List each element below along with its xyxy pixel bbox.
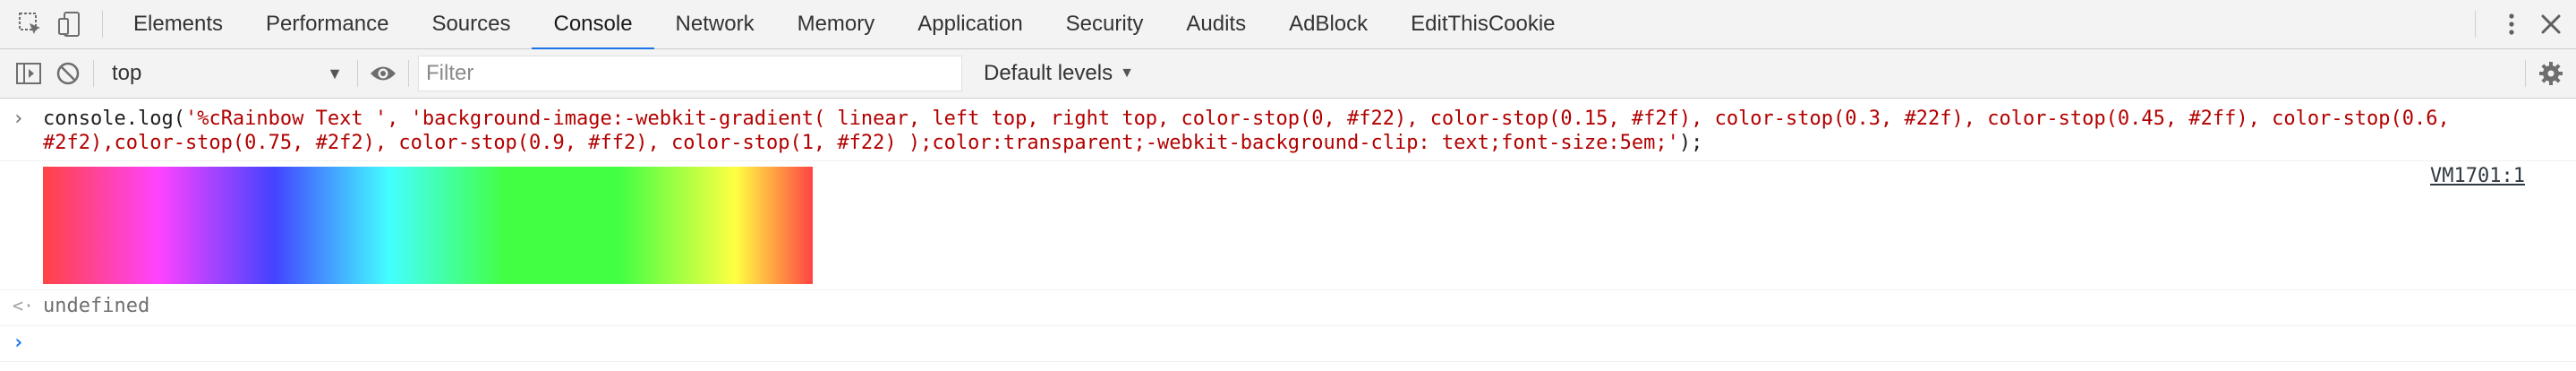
tab-application[interactable]: Application	[896, 0, 1044, 49]
panel-tabs: Elements Performance Sources Console Net…	[112, 0, 1577, 50]
console-call-arguments: '%cRainbow Text ', 'background-image:-we…	[43, 108, 2450, 154]
tabbar-actions	[2475, 0, 2576, 49]
console-call: console.log(	[43, 108, 185, 130]
console-messages: › console.log('%cRainbow Text ', 'backgr…	[0, 99, 2576, 371]
toolbar-divider	[2525, 60, 2526, 87]
dropdown-arrow-icon: ▼	[327, 64, 343, 82]
toolbar-right-actions	[2525, 49, 2576, 99]
clear-console-icon[interactable]	[48, 54, 88, 93]
log-levels-dropdown[interactable]: Default levels ▼	[984, 61, 1134, 86]
filter-input[interactable]	[418, 56, 962, 91]
console-toolbar: top ▼ Default levels ▼	[0, 49, 2576, 99]
tab-audits[interactable]: Audits	[1164, 0, 1267, 49]
devtools-tabbar: Elements Performance Sources Console Net…	[0, 0, 2576, 50]
console-log-output: VM1701:1	[0, 161, 2576, 290]
eye-icon[interactable]	[363, 54, 403, 93]
device-toolbar-icon[interactable]	[50, 4, 90, 44]
tab-elements[interactable]: Elements	[112, 0, 244, 49]
inspect-element-icon[interactable]	[11, 4, 50, 44]
tab-console[interactable]: Console	[532, 0, 654, 50]
toolbar-divider	[357, 60, 358, 87]
close-icon[interactable]	[2531, 4, 2571, 44]
input-chevron-icon: ›	[13, 108, 25, 130]
toolbar-divider	[93, 60, 94, 87]
console-call-close: );	[1678, 132, 1703, 154]
tab-performance[interactable]: Performance	[244, 0, 410, 49]
gear-icon[interactable]	[2531, 54, 2571, 93]
tab-sources[interactable]: Sources	[410, 0, 532, 49]
tab-memory[interactable]: Memory	[776, 0, 897, 49]
tab-security[interactable]: Security	[1045, 0, 1165, 49]
result-value: undefined	[43, 295, 150, 317]
tab-adblock[interactable]: AdBlock	[1267, 0, 1389, 49]
log-levels-label: Default levels	[984, 61, 1113, 85]
context-selector[interactable]: top ▼	[107, 57, 348, 90]
rainbow-text-output	[43, 167, 813, 284]
console-prompt[interactable]: ›	[0, 326, 2576, 362]
toolbar-divider	[102, 11, 103, 38]
result-arrow-icon: <·	[13, 295, 35, 316]
source-link[interactable]: VM1701:1	[2430, 165, 2525, 187]
console-input-message: › console.log('%cRainbow Text ', 'backgr…	[0, 99, 2576, 161]
dropdown-arrow-icon: ▼	[1120, 65, 1134, 81]
context-selector-value: top	[112, 61, 142, 85]
tab-editthiscookie[interactable]: EditThisCookie	[1389, 0, 1576, 49]
tab-network[interactable]: Network	[654, 0, 776, 49]
prompt-chevron-icon: ›	[13, 332, 25, 354]
show-sidebar-icon[interactable]	[9, 54, 48, 93]
toolbar-divider	[2475, 11, 2476, 38]
toolbar-divider	[408, 60, 409, 87]
kebab-menu-icon[interactable]	[2492, 4, 2531, 44]
console-result-message: <· undefined	[0, 290, 2576, 326]
